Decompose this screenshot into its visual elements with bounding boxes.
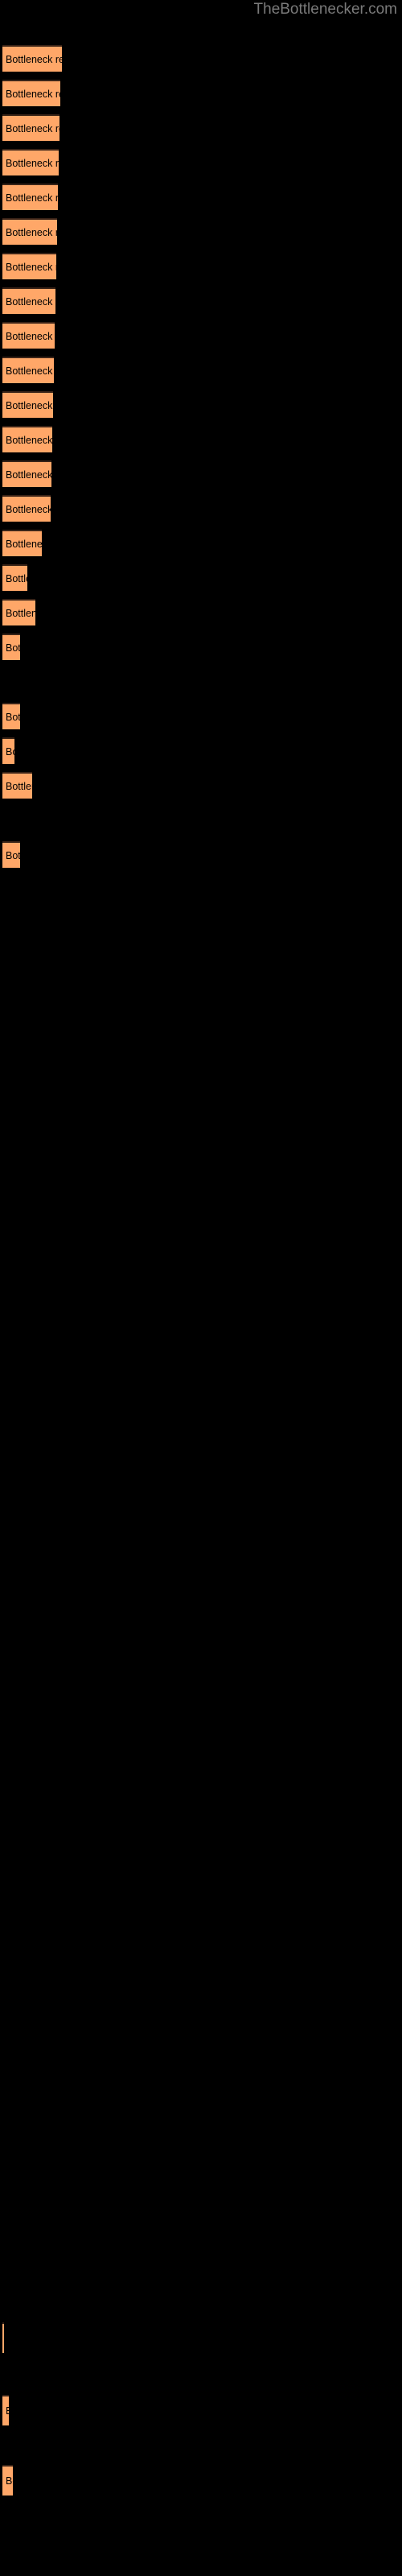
bar-segment[interactable]: Bottleneck result	[2, 599, 35, 625]
bottleneck-bar-chart: TheBottlenecker.com Bottleneck result Bot…	[0, 0, 402, 2576]
bar-segment[interactable]: Bottleneck result	[2, 495, 51, 522]
bar-row: Bottleneck result	[0, 357, 402, 383]
bar-segment[interactable]: Bottleneck result	[2, 2395, 9, 2425]
bar-row: Bottleneck result	[0, 426, 402, 452]
bar-label: Bottleneck result	[6, 745, 14, 758]
bar-row: Bottleneck result	[0, 253, 402, 279]
bar-label: Bottleneck result	[6, 572, 27, 584]
site-watermark: TheBottlenecker.com	[253, 1, 397, 18]
bar-label: Bottleneck result	[6, 642, 20, 654]
bar-segment[interactable]: Bottleneck result	[2, 287, 55, 314]
bar-row: Bottleneck result	[0, 495, 402, 522]
bar-segment[interactable]: Bottleneck result	[2, 253, 56, 279]
bar-label: Bottleneck result	[6, 780, 32, 792]
bar-label: Bottleneck result	[6, 469, 51, 481]
bar-segment[interactable]: Bottleneck result	[2, 841, 20, 868]
bar-row: Bottleneck result	[0, 184, 402, 210]
bar-row: Bottleneck result	[0, 564, 402, 591]
bar-row: Bottleneck result	[0, 218, 402, 245]
bar-label: Bottleneck result	[6, 365, 54, 377]
bar-row: Bottleneck result	[0, 530, 402, 556]
bar-row: Bottleneck result	[0, 322, 402, 349]
bar-label: Bottleneck result	[6, 607, 35, 619]
bar-segment[interactable]: Bottleneck result	[2, 703, 20, 729]
bar-label: Bottleneck result	[6, 261, 56, 273]
bar-label: Bottleneck result	[6, 295, 55, 308]
bar-label: Bottleneck result	[6, 53, 62, 65]
bar-row: Bottleneck result	[0, 80, 402, 106]
bar-label: Bottleneck result	[6, 2475, 13, 2487]
bar-segment[interactable]: Bottleneck result	[2, 218, 57, 245]
bar-segment[interactable]: Bottleneck result	[2, 426, 52, 452]
bar-label: Bottleneck result	[6, 399, 53, 411]
bar-segment[interactable]: Bottleneck result	[2, 184, 58, 210]
bar-row: Bottleneck result	[0, 634, 402, 660]
bar-segment[interactable]: Bottleneck result	[2, 772, 32, 799]
bar-label: Bottleneck result	[6, 538, 42, 550]
bar-row: Bottleneck result	[0, 703, 402, 729]
bar-segment[interactable]: Bottleneck result	[2, 460, 51, 487]
bar-row: Bottleneck result	[0, 772, 402, 799]
bar-segment[interactable]: Bottleneck result	[2, 357, 54, 383]
bar-label: Bottleneck result	[6, 88, 60, 100]
bar-segment[interactable]: Bottleneck result	[2, 114, 59, 141]
bar-segment[interactable]: Bottleneck result	[2, 391, 53, 418]
bar-label: Bottleneck result	[6, 434, 52, 446]
bar-row: Bottleneck result	[0, 2465, 402, 2496]
bar-segment[interactable]: Bottleneck result	[2, 530, 42, 556]
bar-row: Bottleneck result	[0, 149, 402, 175]
bar-row: Bottleneck result	[0, 391, 402, 418]
bar-segment[interactable]: Bottleneck result	[2, 322, 55, 349]
bar-row: Bottleneck result	[0, 114, 402, 141]
bar-label: Bottleneck result	[6, 157, 59, 169]
bar-row: Bottleneck result	[0, 841, 402, 868]
bar-label: Bottleneck result	[6, 711, 20, 723]
bar-label: Bottleneck result	[6, 503, 51, 515]
bar-segment[interactable]: Bottleneck result	[2, 80, 60, 106]
bar-label: Bottleneck result	[6, 849, 20, 861]
bar-segment[interactable]: Bottleneck result	[2, 2322, 4, 2353]
bar-label: Bottleneck result	[6, 192, 58, 204]
bar-label: Bottleneck result	[6, 330, 55, 342]
bar-row: Bottleneck result	[0, 2395, 402, 2425]
bar-label: Bottleneck result	[6, 122, 59, 134]
bar-segment[interactable]: Bottleneck result	[2, 45, 62, 72]
bar-row: Bottleneck result	[0, 599, 402, 625]
bar-label: Bottleneck result	[6, 2405, 9, 2417]
bar-row: Bottleneck result	[0, 460, 402, 487]
bar-row: Bottleneck result	[0, 45, 402, 72]
bar-label: Bottleneck result	[6, 226, 57, 238]
bar-segment[interactable]: Bottleneck result	[2, 634, 20, 660]
bar-segment[interactable]: Bottleneck result	[2, 2465, 13, 2496]
bar-row: Bottleneck result	[0, 2322, 402, 2353]
bar-row: Bottleneck result	[0, 287, 402, 314]
bar-segment[interactable]: Bottleneck result	[2, 564, 27, 591]
bar-segment[interactable]: Bottleneck result	[2, 149, 59, 175]
bar-row: Bottleneck result	[0, 737, 402, 764]
bar-segment[interactable]: Bottleneck result	[2, 737, 14, 764]
